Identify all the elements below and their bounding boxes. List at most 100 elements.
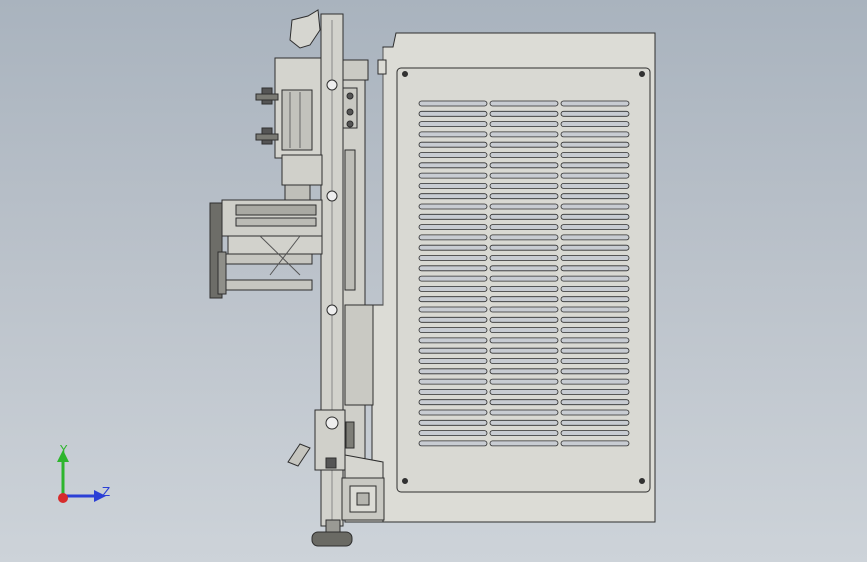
vent-slot — [560, 327, 630, 334]
vent-slot — [489, 388, 559, 395]
vent-slot — [489, 409, 559, 416]
vent-slot — [560, 162, 630, 169]
vent-slot — [489, 306, 559, 313]
vent-slot — [489, 193, 559, 200]
vent-slot — [560, 409, 630, 416]
gripper-hook — [289, 9, 321, 49]
y-axis-label: Y — [59, 443, 68, 457]
vent-slot — [560, 100, 630, 107]
vent-slot — [560, 440, 630, 447]
vent-slot — [489, 213, 559, 220]
slide-cylinder — [209, 199, 323, 299]
vent-slot — [560, 296, 630, 303]
vent-slot — [418, 347, 488, 354]
vent-slot — [489, 316, 559, 323]
plate-hole-2 — [326, 190, 338, 202]
vent-slot — [560, 337, 630, 344]
vent-slot — [418, 131, 488, 138]
vent-slot — [418, 203, 488, 210]
vent-slot — [489, 285, 559, 292]
cad-viewport[interactable]: Y Z — [0, 0, 867, 562]
vent-slot — [418, 440, 488, 447]
vent-slot — [560, 203, 630, 210]
vent-slot — [418, 193, 488, 200]
vent-slot — [560, 172, 630, 179]
vent-slot — [489, 419, 559, 426]
vent-slot — [489, 399, 559, 406]
vent-slot — [560, 224, 630, 231]
coordinate-triad: Y Z — [40, 438, 130, 510]
x-axis-origin — [58, 493, 68, 503]
vent-slot — [560, 378, 630, 385]
vent-slot — [418, 316, 488, 323]
vent-slot — [489, 234, 559, 241]
vent-slot — [489, 337, 559, 344]
z-axis-label: Z — [102, 485, 110, 499]
vent-slot — [489, 141, 559, 148]
vent-slot — [489, 255, 559, 261]
vent-slot — [489, 182, 559, 189]
vent-slot — [489, 244, 559, 251]
vent-slot — [560, 152, 630, 158]
vent-slot — [418, 152, 488, 158]
vent-slot — [560, 368, 630, 375]
vent-slot — [560, 182, 630, 189]
vent-slot — [560, 131, 630, 138]
vent-slot — [560, 306, 630, 313]
vent-slot — [418, 337, 488, 344]
vent-slot — [489, 100, 559, 107]
vent-slot — [418, 306, 488, 313]
vent-slot — [560, 141, 630, 148]
panel-screw-br — [639, 478, 645, 484]
vent-slot — [489, 378, 559, 385]
vent-slot — [560, 110, 630, 117]
assembly-side-view[interactable] — [0, 0, 867, 562]
vent-slot — [418, 296, 488, 303]
linear-guide — [344, 149, 356, 291]
vent-slot — [418, 388, 488, 395]
vent-slot — [489, 430, 559, 437]
lower-block — [344, 304, 374, 406]
vent-slot — [418, 141, 488, 148]
vent-slot — [418, 172, 488, 179]
vent-slot — [489, 110, 559, 117]
plate-hole-3 — [326, 304, 338, 316]
vent-slot — [560, 275, 630, 282]
guide-rod-upper — [221, 253, 313, 265]
vent-slot — [489, 203, 559, 210]
vent-slot — [560, 347, 630, 354]
vent-slot — [489, 358, 559, 364]
vent-slot — [489, 368, 559, 375]
vent-slot — [418, 213, 488, 220]
vent-slot — [418, 368, 488, 375]
vent-slot — [489, 121, 559, 127]
vent-slot — [489, 296, 559, 303]
vent-slot — [560, 265, 630, 272]
vent-slot — [418, 399, 488, 406]
vent-slot — [418, 162, 488, 169]
vent-slot — [418, 100, 488, 107]
vent-slot — [560, 234, 630, 241]
vent-slot — [418, 430, 488, 437]
guide-rod-lower — [221, 279, 313, 291]
vent-slot — [418, 378, 488, 385]
vent-slot — [489, 224, 559, 231]
vent-slot — [418, 121, 488, 127]
vent-slot — [489, 172, 559, 179]
vent-slot — [560, 255, 630, 261]
vent-slot — [489, 347, 559, 354]
panel-screw-tl — [402, 71, 408, 77]
panel-screw-tr — [639, 71, 645, 77]
adjustable-foot — [311, 531, 353, 547]
vent-slot — [418, 409, 488, 416]
vent-slot — [560, 244, 630, 251]
side-bracket-1 — [342, 59, 369, 81]
vent-slot — [418, 224, 488, 231]
vent-slot — [418, 358, 488, 364]
vent-slot — [560, 399, 630, 406]
vent-slot — [560, 316, 630, 323]
vent-slot — [560, 388, 630, 395]
vent-slot — [560, 121, 630, 127]
panel-screw-bl — [402, 478, 408, 484]
vent-slot — [560, 430, 630, 437]
